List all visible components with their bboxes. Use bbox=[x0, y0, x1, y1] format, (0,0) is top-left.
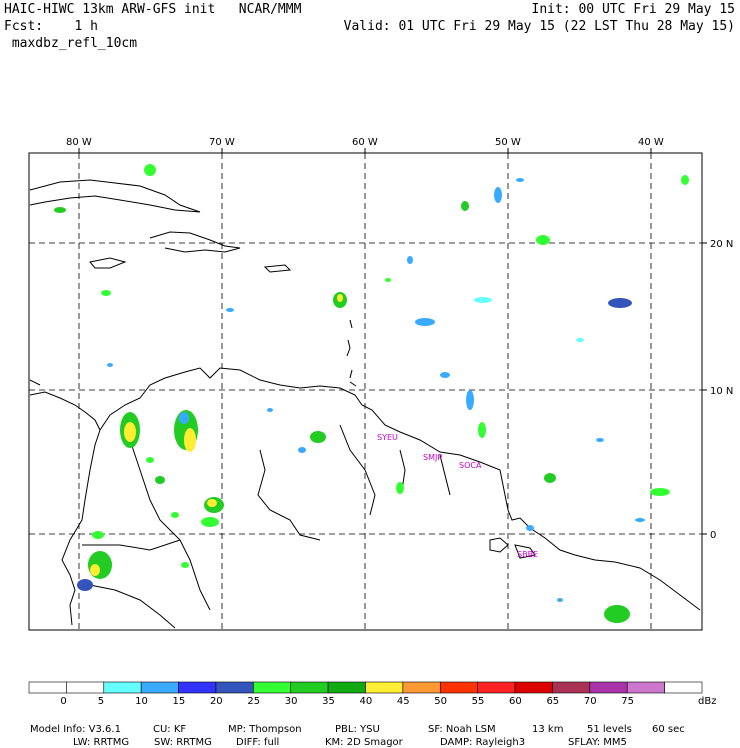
colorbar-tick-label: 30 bbox=[284, 696, 298, 707]
colorbar-swatch bbox=[178, 681, 217, 694]
diff-scheme: DIFF: full bbox=[236, 737, 280, 748]
colorbar-swatch bbox=[552, 681, 591, 694]
colorbar-swatch bbox=[327, 681, 366, 694]
lon-label-80w: 80 W bbox=[66, 137, 92, 148]
colorbar-swatch bbox=[365, 681, 404, 694]
radar-map: 80 W 70 W 60 W 50 W 40 W 20 N 10 N 0 SYE… bbox=[28, 137, 733, 694]
colorbar-swatch bbox=[103, 681, 142, 694]
colorbar-swatch bbox=[626, 681, 665, 694]
lon-label-40w: 40 W bbox=[638, 137, 664, 148]
colorbar-swatch bbox=[215, 681, 254, 694]
station-syeu: SYEU bbox=[377, 433, 398, 442]
colorbar-swatch bbox=[28, 681, 67, 694]
lon-label-60w: 60 W bbox=[352, 137, 378, 148]
sflay-scheme: SFLAY: MM5 bbox=[568, 737, 627, 748]
colorbar-tick-label: 70 bbox=[583, 696, 597, 707]
station-smjp: SMJP bbox=[423, 453, 442, 462]
colorbar-tick-label: 75 bbox=[621, 696, 634, 707]
colorbar-tick-label: 25 bbox=[247, 696, 261, 707]
lon-label-70w: 70 W bbox=[209, 137, 235, 148]
colorbar-tick-label: 20 bbox=[209, 696, 223, 707]
resolution: 13 km bbox=[532, 724, 564, 735]
colorbar-tick-label: 55 bbox=[471, 696, 485, 707]
sf-scheme: SF: Noah LSM bbox=[428, 724, 496, 735]
cu-scheme: CU: KF bbox=[153, 724, 187, 735]
lat-label-0: 0 bbox=[710, 530, 716, 541]
model-info-line2: LW: RRTMG SW: RRTMG DIFF: full KM: 2D Smago… bbox=[30, 726, 627, 748]
map-frame bbox=[28, 152, 703, 631]
colorbar-tick-label: 35 bbox=[322, 696, 335, 707]
colorbar-tick-label: 10 bbox=[135, 696, 148, 707]
colorbar-tick-label: 40 bbox=[359, 696, 373, 707]
lat-label-20n: 20 N bbox=[710, 239, 733, 250]
colorbar-swatch bbox=[253, 681, 292, 694]
colorbar-swatch bbox=[589, 681, 628, 694]
sw-scheme: SW: RRTMG bbox=[154, 737, 212, 748]
colorbar-swatch bbox=[290, 681, 329, 694]
colorbar-tick-label: 60 bbox=[509, 696, 522, 707]
mp-scheme: MP: Thompson bbox=[228, 724, 302, 735]
colorbar-tick-label: 5 bbox=[97, 696, 105, 707]
lw-scheme: LW: RRTMG bbox=[73, 737, 130, 748]
colorbar-tick-label: 15 bbox=[172, 696, 186, 707]
colorbar-swatch bbox=[439, 681, 478, 694]
levels: 51 levels bbox=[587, 724, 632, 735]
colorbar-swatch bbox=[664, 681, 703, 694]
colorbar-swatch bbox=[514, 681, 553, 694]
model-version: Model Info: V3.6.1 bbox=[30, 724, 121, 735]
timestep: 60 sec bbox=[652, 724, 685, 735]
colorbar-swatch bbox=[402, 681, 441, 694]
colorbar-tick-label: 50 bbox=[434, 696, 447, 707]
km-scheme: KM: 2D Smagor bbox=[325, 737, 403, 748]
colorbar-tick-label: 45 bbox=[396, 696, 410, 707]
colorbar-swatch bbox=[66, 681, 105, 694]
colorbar-tick-label: 0 bbox=[60, 696, 67, 707]
colorbar-swatch bbox=[140, 681, 179, 694]
lon-label-50w: 50 W bbox=[495, 137, 521, 148]
colorbar-tick-label: 65 bbox=[546, 696, 560, 707]
station-sbbe: SBBE bbox=[517, 550, 538, 559]
station-soca: SOCA bbox=[459, 461, 482, 470]
colorbar bbox=[28, 681, 703, 694]
colorbar-swatch bbox=[477, 681, 516, 694]
damp-scheme: DAMP: Rayleigh3 bbox=[440, 737, 526, 748]
pbl-scheme: PBL: YSU bbox=[335, 724, 380, 735]
colorbar-unit: dBz bbox=[698, 696, 717, 707]
lat-label-10n: 10 N bbox=[710, 386, 733, 397]
